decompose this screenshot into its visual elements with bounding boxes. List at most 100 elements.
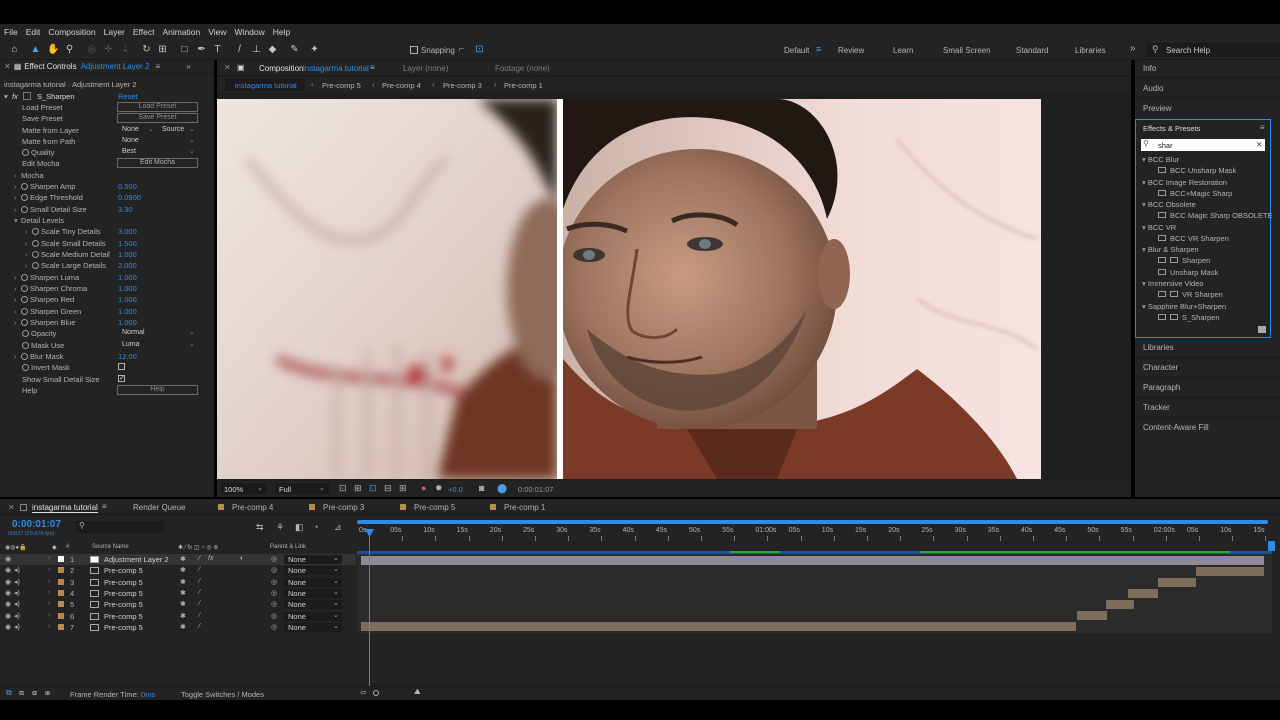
info-panel-tab[interactable]: Info — [1143, 64, 1156, 73]
clone-stamp-tool-icon[interactable]: ⊥ — [251, 44, 262, 55]
matte-path-chevron-icon[interactable]: ⌄ — [189, 136, 195, 146]
layer-name[interactable]: Pre-comp 5 — [104, 578, 143, 587]
stopwatch-icon[interactable] — [32, 228, 39, 235]
shy-switch-icon[interactable]: ✱ — [180, 600, 186, 608]
menu-window[interactable]: Window — [235, 27, 265, 37]
search-help-field[interactable]: ⚲ Search Help — [1146, 43, 1280, 57]
audio-speaker-icon[interactable]: ◂) — [14, 589, 20, 597]
stopwatch-icon[interactable] — [32, 251, 39, 258]
layer-bar[interactable] — [1196, 567, 1264, 576]
workspace-small-screen[interactable]: Small Screen — [943, 46, 991, 55]
in-out-icon[interactable]: ⧇ — [32, 688, 37, 698]
tracker-panel-tab[interactable]: Tracker — [1143, 403, 1170, 412]
tree-effect[interactable]: BCC VR Sharpen — [1158, 234, 1229, 245]
label-color-chip[interactable] — [58, 589, 64, 596]
effect-expand-icon[interactable]: ▾ — [4, 92, 8, 101]
tree-category[interactable]: ▾ BCC Blur — [1142, 155, 1179, 166]
workspace-default[interactable]: Default — [784, 46, 809, 55]
layer-row[interactable]: ◉ › 1 Adjustment Layer 2 ✱ ⁄ fx ◐ ◎ None ⌄ — [0, 554, 356, 565]
close-tab-icon[interactable]: ✕ — [8, 503, 15, 512]
show-snapshot-icon[interactable]: ⬤ — [497, 483, 507, 494]
sharpen-red-value[interactable]: 1.000 — [118, 295, 137, 304]
snap-features-icon[interactable]: ⊡ — [474, 44, 485, 55]
expand-icon[interactable]: › — [14, 273, 21, 282]
quality-switch-icon[interactable]: ⁄ — [199, 578, 200, 585]
sharpen-green-value[interactable]: 1.000 — [118, 307, 137, 316]
menu-file[interactable]: File — [4, 27, 18, 37]
expand-icon[interactable]: › — [48, 612, 50, 619]
shy-switch-icon[interactable]: ✱ — [180, 555, 186, 563]
toggle-switches-modes[interactable]: Toggle Switches / Modes — [181, 690, 264, 699]
tree-effect[interactable]: VR Sharpen — [1158, 290, 1223, 301]
stopwatch-icon[interactable] — [21, 194, 28, 201]
layer-bar[interactable] — [1106, 600, 1134, 609]
stopwatch-icon[interactable] — [21, 353, 28, 360]
graph-editor-icon[interactable]: ⊿ — [334, 522, 342, 533]
sharpen-amp-value[interactable]: 0.500 — [118, 182, 137, 191]
scale-large-value[interactable]: 2.000 — [118, 261, 137, 270]
zoom-out-icon[interactable]: ⬄ — [360, 688, 367, 697]
tree-effect[interactable]: S_Sharpen — [1158, 313, 1220, 324]
character-panel-tab[interactable]: Character — [1143, 363, 1178, 372]
layer-name[interactable]: Pre-comp 5 — [104, 623, 143, 632]
workspace-overflow-icon[interactable]: » — [1130, 43, 1136, 54]
clear-search-icon[interactable]: ✕ — [1256, 140, 1262, 149]
mask-use-dropdown[interactable]: Luma — [122, 340, 140, 350]
eraser-tool-icon[interactable]: ◆ — [267, 44, 278, 55]
flow-item[interactable]: Pre-comp 3 — [443, 81, 482, 90]
layer-name[interactable]: Pre-comp 5 — [104, 566, 143, 575]
matte-path-dropdown[interactable]: None — [122, 136, 139, 146]
expand-icon[interactable]: › — [25, 261, 32, 270]
render-queue-tab[interactable]: Render Queue — [133, 503, 185, 512]
opacity-dropdown[interactable]: Normal — [122, 328, 145, 338]
source-name-header[interactable]: Source Name — [92, 544, 129, 550]
expand-icon[interactable]: › — [25, 227, 32, 236]
audio-speaker-icon[interactable]: ◂) — [14, 612, 20, 620]
expand-icon[interactable]: › — [14, 318, 21, 327]
tree-category[interactable]: ▾ Sapphire Blur+Sharpen — [1142, 302, 1226, 313]
edge-threshold-value[interactable]: 0.0900 — [118, 193, 141, 202]
shy-switch-icon[interactable]: ✱ — [180, 589, 186, 597]
viewer-timecode[interactable]: 0:00:01:07 — [518, 485, 553, 494]
label-color-chip[interactable] — [58, 578, 64, 585]
menu-view[interactable]: View — [208, 27, 226, 37]
layer-name[interactable]: Pre-comp 5 — [104, 600, 143, 609]
collapse-icon[interactable]: ▾ — [14, 216, 21, 225]
motion-blur-icon[interactable]: ◔ — [313, 522, 318, 532]
expand-icon[interactable]: › — [25, 239, 32, 248]
expand-icon[interactable]: › — [14, 171, 21, 180]
pick-whip-icon[interactable]: ◎ — [271, 578, 277, 586]
sharpen-blue-value[interactable]: 1.000 — [118, 318, 137, 327]
pick-whip-icon[interactable]: ◎ — [271, 612, 277, 620]
menu-help[interactable]: Help — [273, 27, 290, 37]
pan-behind-tool-icon[interactable]: ⊞ — [157, 44, 168, 55]
footage-tab[interactable]: Footage (none) — [495, 64, 550, 73]
stopwatch-icon[interactable] — [22, 364, 29, 371]
quality-chevron-icon[interactable]: ⌄ — [189, 147, 195, 157]
fx-toggle-icon[interactable]: fx — [12, 92, 18, 101]
home-icon[interactable]: ⌂ — [9, 44, 20, 55]
parent-link-header[interactable]: Parent & Link — [270, 544, 306, 550]
rectangle-tool-icon[interactable]: □ — [179, 44, 190, 55]
quality-switch-icon[interactable]: ⁄ — [199, 555, 200, 562]
stopwatch-icon[interactable] — [22, 342, 29, 349]
layer-row[interactable]: ◉ ◂) › 7 Pre-comp 5 ✱ ⁄ ◎ None ⌄ — [0, 622, 356, 633]
tree-category[interactable]: ▾ Blur & Sharpen — [1142, 245, 1199, 256]
expand-icon[interactable]: › — [48, 600, 50, 607]
timeline-tab[interactable]: Pre-comp 5 — [414, 503, 455, 512]
mask-use-chevron-icon[interactable]: ⌄ — [189, 340, 195, 350]
shy-switch-icon[interactable]: ✱ — [180, 612, 186, 620]
quality-switch-icon[interactable]: ⁄ — [199, 600, 200, 607]
panel-menu-icon[interactable]: ≡ — [1260, 123, 1265, 132]
paragraph-panel-tab[interactable]: Paragraph — [1143, 383, 1180, 392]
visibility-eye-icon[interactable]: ◉ — [5, 578, 11, 586]
close-tab-icon[interactable]: ✕ — [224, 63, 231, 72]
quality-switch-icon[interactable]: ⁄ — [199, 623, 200, 630]
expand-icon[interactable]: › — [14, 307, 21, 316]
timeline-tab[interactable]: Pre-comp 3 — [323, 503, 364, 512]
tree-category[interactable]: ▾ BCC Image Restoration — [1142, 178, 1227, 189]
pick-whip-icon[interactable]: ◎ — [271, 555, 277, 563]
workspace-learn[interactable]: Learn — [893, 46, 913, 55]
matte-layer-chevron-icon[interactable]: ⌄ — [148, 125, 154, 135]
stopwatch-icon[interactable] — [32, 262, 39, 269]
